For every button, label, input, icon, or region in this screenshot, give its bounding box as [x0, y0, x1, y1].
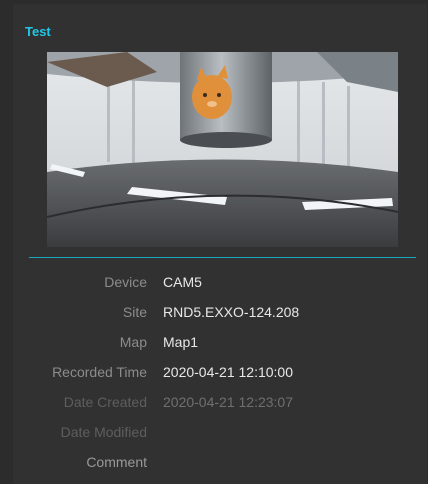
recorded-time-value: 2020-04-21 12:10:00	[163, 364, 293, 380]
device-label: Device	[104, 274, 147, 290]
detail-row-date-modified: Date Modified	[0, 424, 428, 444]
detail-row-recorded-time: Recorded Time 2020-04-21 12:10:00	[0, 364, 428, 384]
site-label: Site	[122, 304, 147, 320]
snapshot-illustration	[47, 52, 398, 247]
date-created-label: Date Created	[63, 394, 147, 410]
detail-row-device: Device CAM5	[0, 274, 428, 294]
camera-snapshot-image[interactable]	[47, 52, 398, 247]
map-label: Map	[119, 334, 147, 350]
detail-row-date-created: Date Created 2020-04-21 12:23:07	[0, 394, 428, 414]
detail-row-map: Map Map1	[0, 334, 428, 354]
comment-label: Comment	[86, 454, 147, 470]
date-created-value: 2020-04-21 12:23:07	[163, 394, 293, 410]
site-value: RND5.EXXO-124.208	[163, 304, 300, 320]
device-value: CAM5	[163, 274, 202, 290]
section-divider	[29, 257, 416, 258]
map-value: Map1	[163, 334, 199, 350]
date-modified-label: Date Modified	[60, 424, 147, 440]
event-title: Test	[25, 24, 51, 39]
detail-row-site: Site RND5.EXXO-124.208	[0, 304, 428, 324]
detail-row-comment: Comment	[0, 454, 428, 474]
recorded-time-label: Recorded Time	[52, 364, 147, 380]
